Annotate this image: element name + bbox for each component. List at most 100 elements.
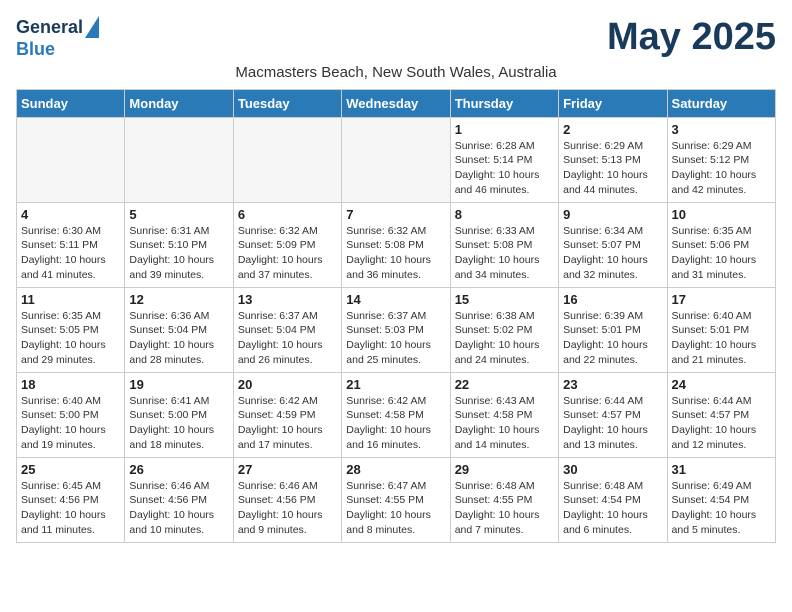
day-number: 10 bbox=[672, 207, 771, 222]
week-row-1: 1Sunrise: 6:28 AM Sunset: 5:14 PM Daylig… bbox=[17, 117, 776, 202]
calendar-cell: 4 Sunrise: 6:30 AM Sunset: 5:11 PM Daylig… bbox=[17, 202, 125, 287]
day-info: Sunrise: 6:40 AM Sunset: 5:00 PM Dayligh… bbox=[21, 394, 120, 453]
calendar-cell: 25 Sunrise: 6:45 AM Sunset: 4:56 PM Dayli… bbox=[17, 457, 125, 542]
calendar-cell: 20 Sunrise: 6:42 AM Sunset: 4:59 PM Dayli… bbox=[233, 372, 341, 457]
day-info: Sunrise: 6:30 AM Sunset: 5:11 PM Dayligh… bbox=[21, 224, 120, 283]
day-info: Sunrise: 6:37 AM Sunset: 5:04 PM Dayligh… bbox=[238, 309, 337, 368]
day-number: 24 bbox=[672, 377, 771, 392]
day-info: Sunrise: 6:44 AM Sunset: 4:57 PM Dayligh… bbox=[672, 394, 771, 453]
page-header: General Blue May 2025 bbox=[16, 16, 776, 60]
calendar-cell: 10Sunrise: 6:35 AM Sunset: 5:06 PM Dayli… bbox=[667, 202, 775, 287]
day-info: Sunrise: 6:31 AM Sunset: 5:10 PM Dayligh… bbox=[129, 224, 228, 283]
day-number: 26 bbox=[129, 462, 228, 477]
day-info: Sunrise: 6:32 AM Sunset: 5:08 PM Dayligh… bbox=[346, 224, 445, 283]
calendar-cell: 24 Sunrise: 6:44 AM Sunset: 4:57 PM Dayli… bbox=[667, 372, 775, 457]
calendar-table: SundayMondayTuesdayWednesdayThursdayFrid… bbox=[16, 89, 776, 543]
day-info: Sunrise: 6:35 AM Sunset: 5:05 PM Dayligh… bbox=[21, 309, 120, 368]
day-number: 13 bbox=[238, 292, 337, 307]
day-info: Sunrise: 6:44 AM Sunset: 4:57 PM Dayligh… bbox=[563, 394, 662, 453]
weekday-header-saturday: Saturday bbox=[667, 89, 775, 117]
day-number: 31 bbox=[672, 462, 771, 477]
day-number: 2 bbox=[563, 122, 662, 137]
day-info: Sunrise: 6:46 AM Sunset: 4:56 PM Dayligh… bbox=[238, 479, 337, 538]
day-info: Sunrise: 6:38 AM Sunset: 5:02 PM Dayligh… bbox=[455, 309, 554, 368]
day-number: 27 bbox=[238, 462, 337, 477]
day-info: Sunrise: 6:37 AM Sunset: 5:03 PM Dayligh… bbox=[346, 309, 445, 368]
logo-triangle-icon bbox=[85, 16, 99, 38]
day-number: 4 bbox=[21, 207, 120, 222]
day-number: 5 bbox=[129, 207, 228, 222]
day-info: Sunrise: 6:29 AM Sunset: 5:13 PM Dayligh… bbox=[563, 139, 662, 198]
logo-text-general: General bbox=[16, 18, 83, 38]
day-info: Sunrise: 6:46 AM Sunset: 4:56 PM Dayligh… bbox=[129, 479, 228, 538]
calendar-cell: 15Sunrise: 6:38 AM Sunset: 5:02 PM Dayli… bbox=[450, 287, 558, 372]
calendar-cell: 1Sunrise: 6:28 AM Sunset: 5:14 PM Daylig… bbox=[450, 117, 558, 202]
calendar-cell: 3 Sunrise: 6:29 AM Sunset: 5:12 PM Daylig… bbox=[667, 117, 775, 202]
day-number: 11 bbox=[21, 292, 120, 307]
calendar-cell: 12Sunrise: 6:36 AM Sunset: 5:04 PM Dayli… bbox=[125, 287, 233, 372]
day-info: Sunrise: 6:48 AM Sunset: 4:55 PM Dayligh… bbox=[455, 479, 554, 538]
day-number: 23 bbox=[563, 377, 662, 392]
day-info: Sunrise: 6:43 AM Sunset: 4:58 PM Dayligh… bbox=[455, 394, 554, 453]
day-number: 19 bbox=[129, 377, 228, 392]
calendar-cell: 9Sunrise: 6:34 AM Sunset: 5:07 PM Daylig… bbox=[559, 202, 667, 287]
week-row-2: 4 Sunrise: 6:30 AM Sunset: 5:11 PM Daylig… bbox=[17, 202, 776, 287]
day-number: 18 bbox=[21, 377, 120, 392]
day-info: Sunrise: 6:49 AM Sunset: 4:54 PM Dayligh… bbox=[672, 479, 771, 538]
weekday-header-wednesday: Wednesday bbox=[342, 89, 450, 117]
logo: General Blue bbox=[16, 16, 99, 60]
calendar-cell bbox=[17, 117, 125, 202]
logo-text-blue: Blue bbox=[16, 40, 55, 60]
calendar-cell: 19 Sunrise: 6:41 AM Sunset: 5:00 PM Dayli… bbox=[125, 372, 233, 457]
calendar-cell: 8 Sunrise: 6:33 AM Sunset: 5:08 PM Daylig… bbox=[450, 202, 558, 287]
calendar-cell: 29 Sunrise: 6:48 AM Sunset: 4:55 PM Dayli… bbox=[450, 457, 558, 542]
day-number: 14 bbox=[346, 292, 445, 307]
calendar-cell: 27 Sunrise: 6:46 AM Sunset: 4:56 PM Dayli… bbox=[233, 457, 341, 542]
day-number: 20 bbox=[238, 377, 337, 392]
week-row-3: 11 Sunrise: 6:35 AM Sunset: 5:05 PM Dayli… bbox=[17, 287, 776, 372]
day-info: Sunrise: 6:47 AM Sunset: 4:55 PM Dayligh… bbox=[346, 479, 445, 538]
day-info: Sunrise: 6:33 AM Sunset: 5:08 PM Dayligh… bbox=[455, 224, 554, 283]
day-number: 16 bbox=[563, 292, 662, 307]
day-number: 6 bbox=[238, 207, 337, 222]
calendar-cell: 17Sunrise: 6:40 AM Sunset: 5:01 PM Dayli… bbox=[667, 287, 775, 372]
day-info: Sunrise: 6:29 AM Sunset: 5:12 PM Dayligh… bbox=[672, 139, 771, 198]
calendar-cell: 30 Sunrise: 6:48 AM Sunset: 4:54 PM Dayli… bbox=[559, 457, 667, 542]
calendar-cell: 23 Sunrise: 6:44 AM Sunset: 4:57 PM Dayli… bbox=[559, 372, 667, 457]
day-number: 8 bbox=[455, 207, 554, 222]
day-number: 29 bbox=[455, 462, 554, 477]
day-number: 30 bbox=[563, 462, 662, 477]
weekday-header-row: SundayMondayTuesdayWednesdayThursdayFrid… bbox=[17, 89, 776, 117]
calendar-cell: 6 Sunrise: 6:32 AM Sunset: 5:09 PM Daylig… bbox=[233, 202, 341, 287]
calendar-cell: 5 Sunrise: 6:31 AM Sunset: 5:10 PM Daylig… bbox=[125, 202, 233, 287]
day-number: 25 bbox=[21, 462, 120, 477]
calendar-cell: 28 Sunrise: 6:47 AM Sunset: 4:55 PM Dayli… bbox=[342, 457, 450, 542]
day-info: Sunrise: 6:41 AM Sunset: 5:00 PM Dayligh… bbox=[129, 394, 228, 453]
day-info: Sunrise: 6:32 AM Sunset: 5:09 PM Dayligh… bbox=[238, 224, 337, 283]
day-number: 9 bbox=[563, 207, 662, 222]
day-number: 7 bbox=[346, 207, 445, 222]
day-number: 28 bbox=[346, 462, 445, 477]
calendar-cell: 14 Sunrise: 6:37 AM Sunset: 5:03 PM Dayli… bbox=[342, 287, 450, 372]
day-info: Sunrise: 6:42 AM Sunset: 4:59 PM Dayligh… bbox=[238, 394, 337, 453]
month-title: May 2025 bbox=[607, 16, 776, 59]
calendar-subtitle: Macmasters Beach, New South Wales, Austr… bbox=[16, 64, 776, 81]
weekday-header-tuesday: Tuesday bbox=[233, 89, 341, 117]
week-row-5: 25 Sunrise: 6:45 AM Sunset: 4:56 PM Dayli… bbox=[17, 457, 776, 542]
day-info: Sunrise: 6:42 AM Sunset: 4:58 PM Dayligh… bbox=[346, 394, 445, 453]
calendar-cell: 16 Sunrise: 6:39 AM Sunset: 5:01 PM Dayli… bbox=[559, 287, 667, 372]
day-info: Sunrise: 6:45 AM Sunset: 4:56 PM Dayligh… bbox=[21, 479, 120, 538]
day-info: Sunrise: 6:39 AM Sunset: 5:01 PM Dayligh… bbox=[563, 309, 662, 368]
weekday-header-sunday: Sunday bbox=[17, 89, 125, 117]
day-info: Sunrise: 6:48 AM Sunset: 4:54 PM Dayligh… bbox=[563, 479, 662, 538]
calendar-cell: 11 Sunrise: 6:35 AM Sunset: 5:05 PM Dayli… bbox=[17, 287, 125, 372]
day-number: 3 bbox=[672, 122, 771, 137]
day-number: 22 bbox=[455, 377, 554, 392]
calendar-cell: 31 Sunrise: 6:49 AM Sunset: 4:54 PM Dayli… bbox=[667, 457, 775, 542]
week-row-4: 18 Sunrise: 6:40 AM Sunset: 5:00 PM Dayli… bbox=[17, 372, 776, 457]
calendar-cell: 7 Sunrise: 6:32 AM Sunset: 5:08 PM Daylig… bbox=[342, 202, 450, 287]
calendar-cell bbox=[125, 117, 233, 202]
day-info: Sunrise: 6:36 AM Sunset: 5:04 PM Dayligh… bbox=[129, 309, 228, 368]
day-number: 1 bbox=[455, 122, 554, 137]
calendar-cell: 18 Sunrise: 6:40 AM Sunset: 5:00 PM Dayli… bbox=[17, 372, 125, 457]
